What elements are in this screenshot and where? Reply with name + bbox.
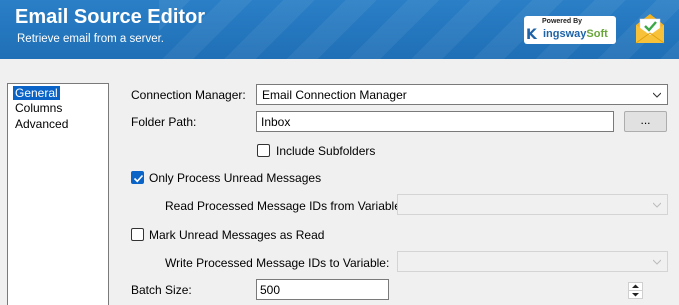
batch-size-input[interactable]: 500: [256, 279, 643, 300]
logo-brand-b: Soft: [586, 28, 608, 40]
chevron-down-icon: [653, 92, 661, 98]
editor-subtitle: Retrieve email from a server.: [17, 33, 164, 45]
folder-path-input[interactable]: Inbox: [256, 111, 614, 132]
chevron-down-icon: [653, 259, 661, 265]
include-subfolders-checkbox[interactable]: [257, 144, 270, 157]
include-subfolders-label: Include Subfolders: [276, 144, 376, 158]
read-processed-ids-select[interactable]: [397, 194, 668, 215]
folder-path-value: Inbox: [261, 115, 291, 129]
sidebar-item-advanced[interactable]: Advanced: [13, 117, 70, 131]
connection-manager-label: Connection Manager:: [131, 88, 246, 102]
batch-size-label: Batch Size:: [131, 283, 192, 297]
checkmark-icon: [133, 174, 144, 183]
connection-manager-value: Email Connection Manager: [262, 88, 407, 102]
sidebar-item-columns[interactable]: Columns: [13, 101, 64, 115]
browse-folder-button[interactable]: ...: [624, 111, 667, 132]
kingswaysoft-logo: Powered By K ingswaySoft: [524, 16, 616, 44]
read-processed-ids-label: Read Processed Message IDs from Variable…: [165, 199, 405, 213]
sidebar-nav: General Columns Advanced: [7, 83, 109, 305]
folder-path-label: Folder Path:: [131, 115, 197, 129]
spinner-arrows-icon[interactable]: [628, 282, 643, 299]
logo-k-mark: K: [526, 27, 537, 43]
connection-manager-select[interactable]: Email Connection Manager: [256, 84, 668, 105]
logo-wordmark: ingswaySoft: [543, 28, 608, 40]
write-processed-ids-select[interactable]: [397, 251, 668, 272]
mark-unread-read-checkbox[interactable]: [131, 228, 144, 241]
logo-powered-by: Powered By: [542, 18, 583, 25]
chevron-down-icon: [653, 202, 661, 208]
sidebar-item-general[interactable]: General: [13, 86, 60, 100]
editor-header: Email Source Editor Retrieve email from …: [0, 0, 679, 59]
editor-title: Email Source Editor: [15, 6, 206, 28]
batch-size-value: 500: [260, 283, 281, 297]
mark-unread-read-label: Mark Unread Messages as Read: [149, 228, 325, 242]
only-unread-checkbox[interactable]: [131, 171, 144, 184]
write-processed-ids-label: Write Processed Message IDs to Variable:: [165, 256, 390, 270]
only-unread-label: Only Process Unread Messages: [149, 171, 322, 185]
envelope-icon: [635, 14, 665, 44]
logo-brand-a: ingsway: [543, 28, 587, 40]
